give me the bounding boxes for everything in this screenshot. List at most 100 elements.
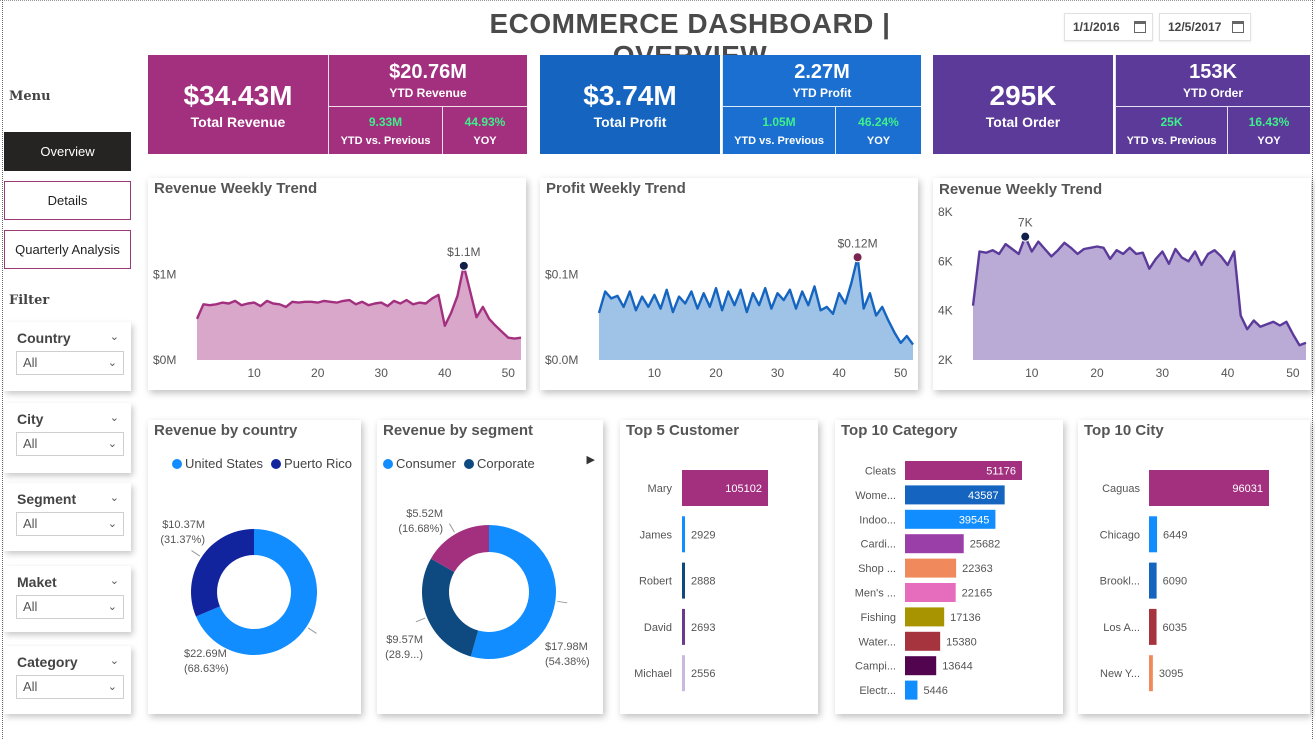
kpi-vs-previous: 1.05M YTD vs. Previous [722, 107, 835, 154]
market-dropdown[interactable]: All ⌄ [16, 595, 124, 619]
category-label: Michael [634, 668, 672, 680]
chevron-down-icon: ⌄ [107, 357, 117, 369]
segment-slicer: Segment ⌄ All ⌄ [4, 483, 131, 551]
start-date-picker[interactable]: 1/1/2016 [1064, 13, 1153, 41]
x-tick-label: 50 [502, 366, 516, 380]
kpi-value: $3.74M [583, 79, 677, 111]
category-label: Wome... [855, 490, 896, 502]
menu-details-button[interactable]: Details [4, 181, 131, 220]
category-label: Cardi... [861, 539, 896, 551]
chevron-down-icon[interactable]: ⌄ [110, 574, 119, 587]
chevron-down-icon: ⌄ [107, 438, 117, 450]
x-tick-label: 10 [247, 366, 261, 380]
kpi-vs-value: 9.33M [368, 114, 403, 129]
kpi-value: $34.43M [183, 79, 293, 111]
kpi-yoy-value: 16.43% [1248, 114, 1290, 129]
menu-quarterly-analysis-button[interactable]: Quarterly Analysis [4, 230, 131, 269]
calendar-icon[interactable] [1134, 21, 1146, 33]
area-chart-canvas: 7K 10 20 30 40 50 2K 4K 6K 8K [938, 205, 1307, 380]
y-tick-label: 4K [938, 304, 953, 318]
profit-weekly-trend-chart[interactable]: Profit Weekly Trend $0.12M 10 20 30 40 50 $0.0… [540, 178, 918, 390]
donut-slice [421, 558, 479, 657]
data-label: 6035 [1163, 622, 1187, 634]
top-5-customer-chart[interactable]: Top 5 Customer Mary 105102 James 2929 Robert… [620, 420, 818, 714]
country-dropdown[interactable]: All ⌄ [16, 351, 124, 375]
bar [905, 583, 956, 602]
revenue-by-country-chart[interactable]: Revenue by country United States Puerto … [148, 420, 361, 714]
menu-overview-button[interactable]: Overview [4, 132, 131, 171]
data-label: 96031 [1232, 483, 1263, 495]
kpi-yoy: 44.93% YOY [442, 107, 527, 154]
data-label: 2888 [691, 576, 715, 588]
end-date-value: 12/5/2017 [1168, 20, 1222, 34]
category-label: Fishing [861, 612, 896, 624]
city-slicer: City ⌄ All ⌄ [4, 403, 131, 473]
y-tick-label: $0.1M [545, 267, 578, 281]
kpi-ytd-value: 153K [1189, 61, 1237, 83]
data-label: (28.9...) [385, 649, 423, 661]
data-label: 22165 [962, 588, 993, 600]
start-date-value: 1/1/2016 [1073, 20, 1120, 34]
top-10-category-chart[interactable]: Top 10 Category Cleats 51176 Wome... 43587 I… [835, 420, 1063, 714]
category-label: Indoo... [859, 514, 896, 526]
kpi-yoy-label: YOY [1257, 134, 1281, 147]
bar [1149, 562, 1157, 599]
chevron-down-icon[interactable]: ⌄ [110, 654, 119, 667]
data-label: 17136 [950, 612, 981, 624]
top-10-city-chart[interactable]: Top 10 City Caguas 96031 Chicago 6449 Brookl… [1078, 420, 1310, 714]
bar [1149, 516, 1158, 553]
leader-line [557, 600, 568, 604]
segment-dropdown[interactable]: All ⌄ [16, 512, 124, 536]
area-chart-canvas: $0.12M 10 20 30 40 50 $0.0M $0.1M [545, 236, 914, 380]
slicer-label: Category [17, 654, 78, 670]
kpi-vs-value: 25K [1160, 114, 1183, 129]
dropdown-value: All [23, 599, 38, 614]
data-label: 105102 [725, 483, 762, 495]
x-tick-label: 20 [1090, 366, 1104, 380]
y-tick-label: 8K [938, 205, 953, 219]
kpi-vs-previous: 25K YTD vs. Previous [1115, 107, 1227, 154]
dropdown-value: All [23, 679, 38, 694]
kpi-main: $34.43M Total Revenue [148, 55, 328, 154]
category-label: Cleats [865, 466, 897, 478]
slicer-label: City [17, 411, 44, 427]
data-label: $0.12M [838, 236, 878, 250]
kpi-yoy-value: 44.93% [464, 114, 506, 129]
bar [905, 656, 937, 676]
chevron-down-icon[interactable]: ⌄ [110, 411, 119, 424]
data-label: 22363 [962, 563, 993, 575]
bar [1149, 655, 1153, 692]
donut-chart-canvas: $22.69M (68.63%) $10.37M (31.37%) [160, 519, 317, 675]
end-date-picker[interactable]: 12/5/2017 [1159, 13, 1251, 41]
x-tick-label: 30 [1156, 366, 1170, 380]
category-label: Campi... [855, 661, 896, 673]
kpi-value: 295K [989, 79, 1057, 111]
revenue-by-segment-chart[interactable]: Revenue by segment Consumer Corporate ▶ … [377, 420, 603, 714]
bar [905, 607, 945, 627]
kpi-card-order: 295K Total Order 153K YTD Order 25K YTD vs.… [933, 55, 1310, 154]
leader-line [415, 617, 426, 623]
data-label: $5.52M [406, 508, 443, 520]
calendar-icon[interactable] [1232, 21, 1244, 33]
chevron-down-icon[interactable]: ⌄ [110, 491, 119, 504]
slicer-label: Maket [17, 574, 57, 590]
data-label: (68.63%) [184, 663, 229, 675]
area-fill [973, 236, 1306, 360]
menu-heading: Menu [9, 89, 51, 104]
category-dropdown[interactable]: All ⌄ [16, 675, 124, 699]
bar-chart-canvas: Caguas 96031 Chicago 6449 Brookl... 6090 Los A… [1100, 470, 1269, 692]
chevron-down-icon[interactable]: ⌄ [110, 330, 119, 343]
data-label: (16.68%) [398, 523, 443, 535]
data-label: $17.98M [545, 641, 588, 653]
country-slicer: Country ⌄ All ⌄ [4, 322, 131, 391]
category-label: Los A... [1103, 622, 1140, 634]
data-label: 2693 [691, 622, 715, 634]
x-tick-label: 20 [709, 366, 723, 380]
x-tick-label: 50 [1286, 366, 1300, 380]
kpi-label: Total Profit [593, 113, 667, 130]
order-weekly-trend-chart[interactable]: Revenue Weekly Trend 7K 10 20 30 40 50 2K 4K 6K 8… [933, 178, 1311, 390]
y-tick-label: 6K [938, 254, 953, 268]
city-dropdown[interactable]: All ⌄ [16, 432, 124, 456]
revenue-weekly-trend-chart[interactable]: Revenue Weekly Trend $1.1M 10 20 30 40 50 $0M $… [148, 178, 526, 390]
donut-chart-canvas: $17.98M (54.38%) $9.57M (28.9...) $5.52M (16.… [385, 508, 590, 668]
